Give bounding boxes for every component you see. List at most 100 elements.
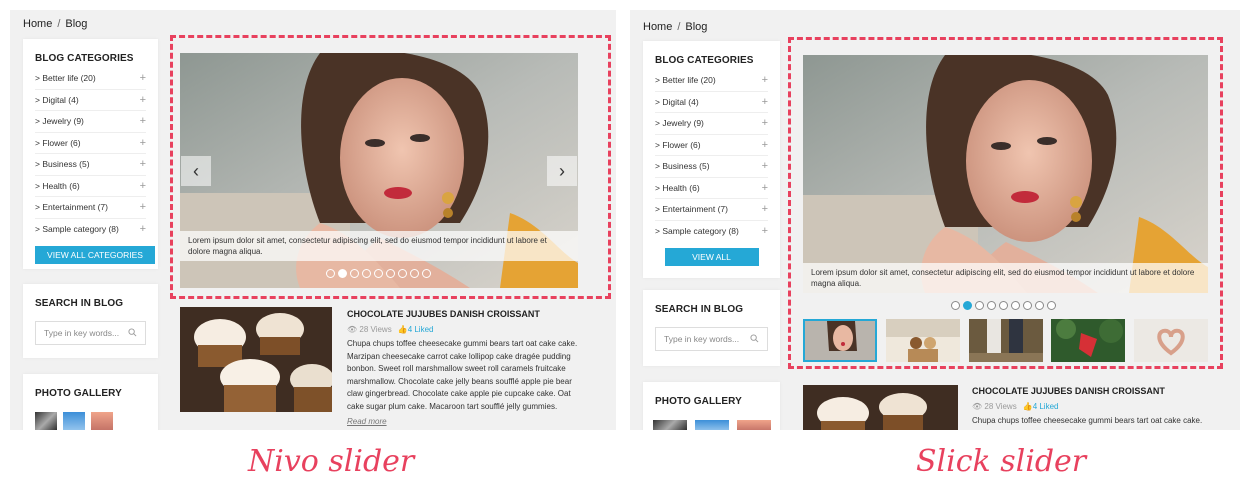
category-item[interactable]: > Flower (6) +: [655, 135, 768, 156]
plus-icon[interactable]: +: [762, 139, 768, 151]
category-label: > Jewelry (9): [35, 116, 84, 127]
likes-count: 4 Liked: [407, 325, 434, 334]
category-item[interactable]: > Sample category (8) +: [655, 221, 768, 243]
likes-count: 4 Liked: [1032, 402, 1059, 411]
views-count: 28 Views: [359, 325, 392, 334]
search-title: SEARCH IN BLOG: [35, 298, 124, 309]
search-title: SEARCH IN BLOG: [655, 304, 744, 315]
post-excerpt: Chupa chups toffee cheesecake gummi bear…: [347, 339, 578, 411]
category-item[interactable]: > Business (5) +: [35, 154, 146, 176]
view-all-categories-button[interactable]: VIEW ALL CATEGORIES: [35, 246, 155, 264]
plus-icon[interactable]: +: [762, 117, 768, 129]
post-thumbnail[interactable]: [180, 307, 334, 412]
post-excerpt: Chupa chups toffee cheesecake gummi bear…: [972, 416, 1203, 425]
gallery-thumb[interactable]: [63, 412, 85, 430]
category-item[interactable]: > Jewelry (9) +: [35, 111, 146, 133]
category-label: > Entertainment (7): [35, 202, 108, 213]
category-label: > Sample category (8): [35, 224, 119, 235]
cupcake-image: [180, 307, 334, 412]
gallery-thumb[interactable]: [737, 420, 771, 430]
search-blog-card: SEARCH IN BLOG Type in key words...: [23, 284, 158, 358]
category-item[interactable]: > Business (5) +: [655, 156, 768, 178]
post-title[interactable]: CHOCOLATE JUJUBES DANISH CROISSANT: [972, 386, 1165, 396]
breadcrumb: Home / Blog: [23, 18, 87, 30]
search-input[interactable]: Type in key words...: [655, 327, 768, 351]
breadcrumb: Home / Blog: [643, 21, 707, 33]
search-input[interactable]: Type in key words...: [35, 321, 146, 345]
category-label: > Health (6): [35, 180, 80, 191]
category-label: > Digital (4): [35, 94, 79, 105]
search-placeholder: Type in key words...: [664, 334, 740, 344]
plus-icon[interactable]: +: [762, 96, 768, 108]
plus-icon[interactable]: +: [140, 72, 146, 84]
category-label: > Entertainment (7): [655, 204, 728, 215]
nivo-slider-label: Nivo slider: [248, 444, 415, 479]
plus-icon[interactable]: +: [762, 160, 768, 172]
breadcrumb-home[interactable]: Home: [23, 18, 52, 30]
breadcrumb-home[interactable]: Home: [643, 21, 672, 33]
post-title[interactable]: CHOCOLATE JUJUBES DANISH CROISSANT: [347, 309, 540, 319]
category-label: > Business (5): [655, 161, 710, 172]
category-item[interactable]: > Better life (20) +: [35, 68, 146, 90]
category-label: > Flower (6): [35, 137, 81, 148]
plus-icon[interactable]: +: [140, 115, 146, 127]
category-label: > Jewelry (9): [655, 118, 704, 129]
plus-icon[interactable]: +: [140, 223, 146, 235]
search-placeholder: Type in key words...: [44, 328, 120, 338]
category-item[interactable]: > Sample category (8) +: [35, 219, 146, 241]
category-item[interactable]: > Jewelry (9) +: [655, 113, 768, 135]
search-icon[interactable]: [128, 327, 137, 339]
category-item[interactable]: > Entertainment (7) +: [655, 199, 768, 221]
gallery-thumb[interactable]: [695, 420, 729, 430]
read-more-link[interactable]: Read more: [347, 417, 387, 426]
category-label: > Digital (4): [655, 96, 699, 107]
view-all-categories-button[interactable]: VIEW ALL CATEGORIES: [664, 248, 759, 280]
gallery-thumb[interactable]: [35, 412, 57, 430]
plus-icon[interactable]: +: [140, 201, 146, 213]
breadcrumb-separator: /: [57, 18, 61, 30]
category-item[interactable]: > Digital (4) +: [35, 90, 146, 111]
post-meta: 👁 28 Views 👍4 Liked: [972, 402, 1058, 411]
category-item[interactable]: > Entertainment (7) +: [35, 197, 146, 219]
plus-icon[interactable]: +: [762, 74, 768, 86]
plus-icon[interactable]: +: [762, 225, 768, 237]
views-count: 28 Views: [984, 402, 1017, 411]
category-list: > Better life (20) + > Digital (4) + > Jew…: [655, 70, 768, 242]
search-icon[interactable]: [750, 333, 759, 345]
category-item[interactable]: > Digital (4) +: [655, 92, 768, 113]
slick-slider-label: Slick slider: [916, 444, 1087, 479]
plus-icon[interactable]: +: [762, 182, 768, 194]
slick-demo-panel: Home / Blog BLOG CATEGORIES > Better life …: [630, 10, 1240, 430]
category-item[interactable]: > Health (6) +: [35, 176, 146, 197]
category-item[interactable]: > Health (6) +: [655, 178, 768, 199]
categories-title: BLOG CATEGORIES: [655, 55, 754, 66]
plus-icon[interactable]: +: [140, 137, 146, 149]
eye-icon: 👁: [347, 325, 358, 334]
blog-categories-card: BLOG CATEGORIES > Better life (20) + > Di…: [643, 41, 780, 280]
plus-icon[interactable]: +: [140, 158, 146, 170]
blog-categories-card: BLOG CATEGORIES > Better life (20) + > Di…: [23, 39, 158, 269]
eye-icon: 👁: [972, 402, 983, 411]
category-item[interactable]: > Flower (6) +: [35, 133, 146, 154]
highlight-frame: [170, 35, 611, 299]
breadcrumb-current: Blog: [65, 18, 88, 30]
post-thumbnail[interactable]: [803, 385, 958, 430]
plus-icon[interactable]: +: [762, 203, 768, 215]
thumbs-up-icon[interactable]: 👍: [398, 325, 408, 334]
categories-title: BLOG CATEGORIES: [35, 53, 134, 64]
category-label: > Business (5): [35, 159, 90, 170]
category-item[interactable]: > Better life (20) +: [655, 70, 768, 92]
plus-icon[interactable]: +: [140, 180, 146, 192]
breadcrumb-current: Blog: [685, 21, 708, 33]
category-label: > Sample category (8): [655, 226, 739, 237]
category-label: > Better life (20): [655, 75, 716, 86]
search-blog-card: SEARCH IN BLOG Type in key words...: [643, 290, 780, 366]
post-meta: 👁 28 Views 👍4 Liked: [347, 325, 433, 334]
breadcrumb-separator: /: [677, 21, 681, 33]
nivo-demo-panel: Home / Blog BLOG CATEGORIES > Better life …: [10, 10, 616, 430]
thumbs-up-icon[interactable]: 👍: [1023, 402, 1033, 411]
category-label: > Health (6): [655, 182, 700, 193]
plus-icon[interactable]: +: [140, 94, 146, 106]
gallery-thumb[interactable]: [653, 420, 687, 430]
gallery-thumb[interactable]: [91, 412, 113, 430]
